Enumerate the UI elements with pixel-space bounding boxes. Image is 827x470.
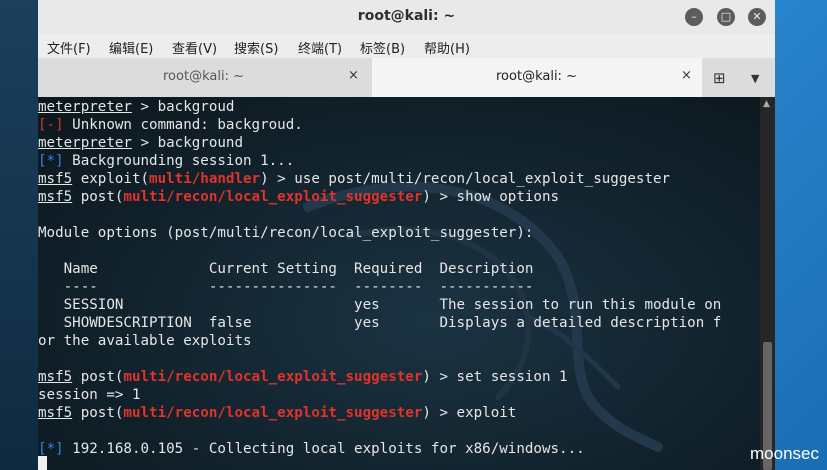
menu-help[interactable]: 帮助(H): [424, 38, 470, 57]
watermark-text: moonsec: [750, 444, 819, 463]
terminal-output[interactable]: meterpreter > backgroud [-] Unknown comm…: [38, 97, 760, 470]
menu-bar: 文件(F) 编辑(E) 查看(V) 搜索(S) 终端(T) 标签(B) 帮助(H…: [38, 34, 775, 58]
terminal-line: Name Current Setting Required Descriptio…: [38, 261, 534, 277]
terminal-line: session => 1: [38, 387, 141, 403]
terminal-line: ---- --------------- -------- ----------…: [38, 279, 534, 295]
title-bar[interactable]: root@kali: ~ – □ ✕: [38, 0, 775, 35]
terminal-line: msf5 post(multi/recon/local_exploit_sugg…: [38, 405, 517, 421]
window-title: root@kali: ~: [357, 8, 456, 24]
terminal-line: or the available exploits: [38, 333, 252, 349]
tab-1-label: root@kali: ~: [163, 69, 244, 84]
tab-1[interactable]: root@kali: ~ ×: [38, 58, 372, 97]
menu-search[interactable]: 搜索(S): [234, 38, 278, 57]
terminal-line: Module options (post/multi/recon/local_e…: [38, 225, 534, 241]
terminal-line: SHOWDESCRIPTION false yes Displays a det…: [38, 315, 722, 331]
terminal-line: [-] Unknown command: backgroud.: [38, 117, 303, 133]
menu-terminal[interactable]: 终端(T): [298, 38, 342, 57]
terminal-line: meterpreter > background: [38, 135, 244, 151]
terminal-window: root@kali: ~ – □ ✕ 文件(F) 编辑(E) 查看(V) 搜索(…: [38, 0, 775, 470]
terminal-line: SESSION yes The session to run this modu…: [38, 297, 722, 313]
tab-bar: root@kali: ~ × root@kali: ~ × ⊞ ▼: [38, 58, 775, 98]
close-icon[interactable]: ✕: [748, 8, 766, 26]
tab-2-label: root@kali: ~: [496, 69, 577, 84]
menu-file[interactable]: 文件(F): [47, 38, 91, 57]
terminal-cursor: [38, 456, 47, 470]
terminal-line: [*] Backgrounding session 1...: [38, 153, 295, 169]
tab-2[interactable]: root@kali: ~ ×: [372, 58, 702, 97]
terminal-scrollbar[interactable]: ▲: [760, 97, 775, 470]
desktop-left-panel: [0, 0, 38, 470]
terminal-line: meterpreter > backgroud: [38, 99, 235, 115]
scroll-up-icon[interactable]: ▲: [763, 99, 770, 109]
terminal-line: [*] 192.168.0.105 - Collecting local exp…: [38, 441, 585, 457]
terminal-line: msf5 post(multi/recon/local_exploit_sugg…: [38, 369, 568, 385]
menu-tabs[interactable]: 标签(B): [360, 38, 405, 57]
terminal-line: msf5 post(multi/recon/local_exploit_sugg…: [38, 189, 560, 205]
terminal-line: msf5 exploit(multi/handler) > use post/m…: [38, 171, 671, 187]
menu-view[interactable]: 查看(V): [172, 38, 217, 57]
new-tab-icon[interactable]: ⊞: [713, 69, 726, 87]
minimize-icon[interactable]: –: [685, 8, 703, 26]
maximize-icon[interactable]: □: [717, 8, 735, 26]
tab-1-close-icon[interactable]: ×: [348, 68, 359, 83]
tab-2-close-icon[interactable]: ×: [681, 68, 692, 83]
chevron-down-icon[interactable]: ▼: [751, 72, 759, 85]
menu-edit[interactable]: 编辑(E): [109, 38, 153, 57]
